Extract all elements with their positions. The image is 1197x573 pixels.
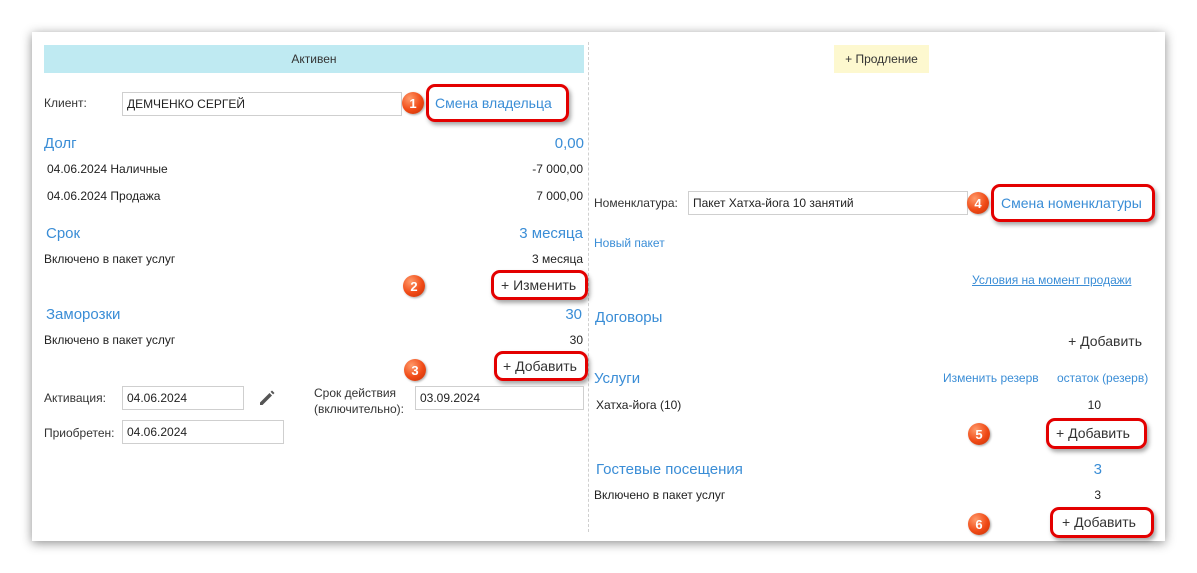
validity-date-value: 03.09.2024 [420, 391, 481, 405]
acquired-label: Приобретен: [44, 426, 115, 440]
column-divider [588, 42, 589, 532]
new-package-link[interactable]: Новый пакет [594, 236, 665, 250]
badge-number: 2 [410, 278, 418, 294]
client-field[interactable]: ДЕМЧЕНКО СЕРГЕЙ [122, 92, 402, 116]
marker-badge-5: 5 [968, 423, 990, 445]
marker-badge-3: 3 [404, 359, 426, 381]
guest-visits-included-value: 3 [1094, 488, 1101, 502]
debt-total[interactable]: 0,00 [555, 135, 584, 152]
change-owner-link[interactable]: Смена владельца [435, 95, 552, 111]
badge-number: 6 [975, 516, 983, 532]
guest-visits-value[interactable]: 3 [1094, 461, 1102, 478]
pencil-icon[interactable] [257, 387, 277, 410]
nomenclature-field[interactable]: Пакет Хатха-йога 10 занятий [688, 191, 968, 215]
debt-row-2-amount: 7 000,00 [536, 189, 583, 203]
validity-label-line2: (включительно): [314, 402, 404, 416]
term-included-label: Включено в пакет услуг [44, 252, 176, 266]
freezes-included-label: Включено в пакет услуг [44, 333, 176, 347]
client-label: Клиент: [44, 96, 87, 110]
activation-date-field[interactable]: 04.06.2024 [122, 386, 244, 410]
badge-number: 1 [409, 95, 417, 111]
add-service-button[interactable]: + Добавить [1056, 425, 1130, 441]
service-row-name: Хатха-йога (10) [596, 398, 682, 412]
renewal-button-label: + Продление [845, 52, 918, 66]
add-contract-button[interactable]: + Добавить [1068, 333, 1142, 349]
marker-badge-4: 4 [967, 192, 989, 214]
term-title: Срок [46, 225, 81, 242]
term-included-value: 3 месяца [532, 252, 583, 266]
services-title: Услуги [594, 370, 641, 387]
marker-badge-6: 6 [968, 513, 990, 535]
badge-number: 3 [411, 362, 419, 378]
change-term-button[interactable]: + Изменить [501, 277, 576, 293]
badge-number: 5 [975, 426, 983, 442]
client-value: ДЕМЧЕНКО СЕРГЕЙ [127, 97, 245, 111]
marker-badge-1: 1 [402, 92, 424, 114]
freezes-value[interactable]: 30 [565, 306, 582, 323]
marker-badge-2: 2 [403, 275, 425, 297]
nomenclature-value: Пакет Хатха-йога 10 занятий [693, 196, 854, 210]
nomenclature-label: Номенклатура: [594, 196, 678, 210]
debt-row-1-amount: -7 000,00 [532, 162, 583, 176]
activation-date-value: 04.06.2024 [127, 391, 188, 405]
sale-conditions-link[interactable]: Условия на момент продажи [972, 273, 1131, 287]
status-bar: Активен [44, 45, 584, 73]
add-freeze-button[interactable]: + Добавить [503, 358, 577, 374]
remainder-reserve-link[interactable]: остаток (резерв) [1057, 371, 1148, 385]
freezes-title: Заморозки [46, 306, 121, 323]
debt-row-2-label: 04.06.2024 Продажа [47, 189, 161, 203]
guest-visits-title: Гостевые посещения [596, 461, 743, 478]
acquired-date-value: 04.06.2024 [127, 425, 188, 439]
contracts-title: Договоры [595, 309, 663, 326]
freezes-included-value: 30 [569, 333, 583, 347]
change-reserve-link[interactable]: Изменить резерв [943, 371, 1039, 385]
change-nomenclature-link[interactable]: Смена номенклатуры [1001, 195, 1142, 211]
activation-label: Активация: [44, 391, 106, 405]
service-row-value: 10 [1087, 398, 1101, 412]
status-label: Активен [291, 52, 337, 66]
debt-title: Долг [44, 135, 77, 152]
badge-number: 4 [974, 195, 982, 211]
acquired-date-field[interactable]: 04.06.2024 [122, 420, 284, 444]
validity-date-field[interactable]: 03.09.2024 [415, 386, 584, 410]
guest-visits-included-label: Включено в пакет услуг [594, 488, 726, 502]
term-value[interactable]: 3 месяца [519, 225, 583, 242]
debt-row-1-label: 04.06.2024 Наличные [47, 162, 168, 176]
validity-label-line1: Срок действия [314, 386, 397, 400]
renewal-button[interactable]: + Продление [834, 45, 929, 73]
add-guest-visit-button[interactable]: + Добавить [1062, 514, 1136, 530]
